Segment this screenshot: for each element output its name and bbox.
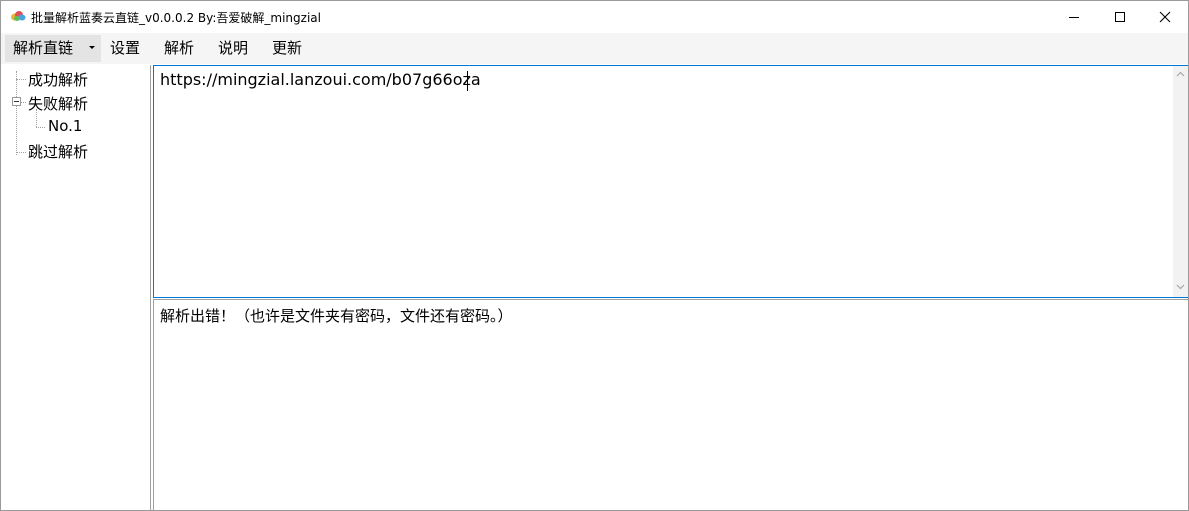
tree-node-no1[interactable]: No.1	[48, 117, 82, 135]
title-bar[interactable]: 批量解析蓝奏云直链_v0.0.0.2 By:吾爱破解_mingzial	[1, 1, 1188, 32]
tree-connector	[16, 71, 17, 155]
menu-parse[interactable]: 解析	[164, 33, 194, 64]
output-log[interactable]: 解析出错！（也许是文件夹有密码，文件还有密码。）	[153, 299, 1188, 510]
tree-connector	[16, 152, 26, 153]
maximize-icon	[1115, 11, 1125, 22]
menu-update[interactable]: 更新	[272, 33, 302, 64]
parse-link-split-button[interactable]: 解析直链	[5, 35, 101, 62]
app-window: 批量解析蓝奏云直链_v0.0.0.2 By:吾爱破解_mingzial 解析直链…	[0, 0, 1189, 511]
cloud-icon	[11, 11, 26, 21]
tree-node-skipped[interactable]: 跳过解析	[28, 141, 88, 162]
parse-link-label: 解析直链	[13, 39, 74, 57]
close-button[interactable]	[1142, 1, 1188, 32]
dropdown-arrow-icon[interactable]	[89, 46, 95, 49]
minimize-button[interactable]	[1051, 1, 1097, 32]
menu-help[interactable]: 说明	[218, 33, 248, 64]
chevron-up-icon[interactable]	[1176, 71, 1185, 77]
url-input-value: https://mingzial.lanzoui.com/b07g66oza	[160, 70, 481, 89]
tree-connector	[16, 79, 26, 80]
result-tree[interactable]: 成功解析 失败解析 No.1 跳过解析	[2, 65, 151, 510]
menu-settings[interactable]: 设置	[110, 33, 140, 64]
tree-connector	[36, 127, 45, 128]
chevron-down-icon[interactable]	[1176, 284, 1185, 290]
text-caret	[467, 71, 468, 91]
output-message: 解析出错！（也许是文件夹有密码，文件还有密码。）	[160, 307, 513, 325]
url-input[interactable]: https://mingzial.lanzoui.com/b07g66oza	[153, 65, 1188, 298]
tree-node-failed[interactable]: 失败解析	[28, 93, 88, 114]
close-icon	[1159, 11, 1171, 22]
tree-node-success[interactable]: 成功解析	[28, 69, 88, 90]
minimize-icon	[1069, 16, 1079, 18]
maximize-button[interactable]	[1097, 1, 1143, 32]
vertical-scrollbar[interactable]	[1173, 66, 1188, 297]
collapse-toggle-icon[interactable]	[12, 97, 21, 106]
window-title: 批量解析蓝奏云直链_v0.0.0.2 By:吾爱破解_mingzial	[31, 11, 321, 25]
menu-bar: 解析直链 设置 解析 说明 更新	[1, 33, 1188, 64]
